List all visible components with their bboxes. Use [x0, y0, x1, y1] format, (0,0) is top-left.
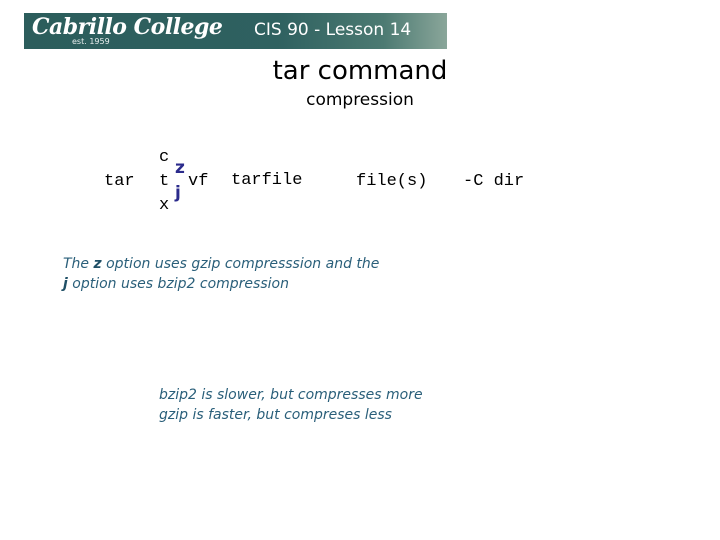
- syntax-option-t: t: [159, 172, 170, 191]
- note-text: The: [63, 256, 94, 272]
- syntax-command: tar: [104, 172, 135, 191]
- compression-options-note: The z option uses gzip compresssion and …: [63, 254, 379, 294]
- syntax-option-z: z: [175, 158, 185, 178]
- slide-subtitle: compression: [306, 90, 414, 110]
- syntax-files: file(s): [356, 172, 428, 191]
- note-text: option uses bzip2 compression: [67, 276, 289, 292]
- syntax-dir-option: -C dir: [463, 172, 525, 191]
- syntax-option-x: x: [159, 196, 170, 215]
- syntax-option-c: c: [159, 148, 170, 167]
- slide-title: tar command: [272, 56, 448, 86]
- lesson-title: CIS 90 - Lesson 14: [254, 20, 412, 40]
- gzip-note: gzip is faster, but compreses less: [159, 407, 392, 423]
- syntax-option-j: j: [175, 183, 181, 203]
- bzip2-note: bzip2 is slower, but compresses more: [159, 387, 423, 403]
- college-logo: Cabrillo College: [32, 14, 223, 40]
- header-banner: Cabrillo College est. 1959 CIS 90 - Less…: [24, 13, 447, 49]
- note-option-z: z: [93, 256, 102, 272]
- syntax-flags: vf: [188, 172, 209, 191]
- speed-comparison-note: bzip2 is slower, but compresses more gzi…: [159, 385, 423, 425]
- note-text: option uses gzip compresssion and the: [101, 256, 380, 272]
- syntax-tarfile: tarfile: [231, 171, 303, 190]
- logo-est-text: est. 1959: [72, 37, 110, 46]
